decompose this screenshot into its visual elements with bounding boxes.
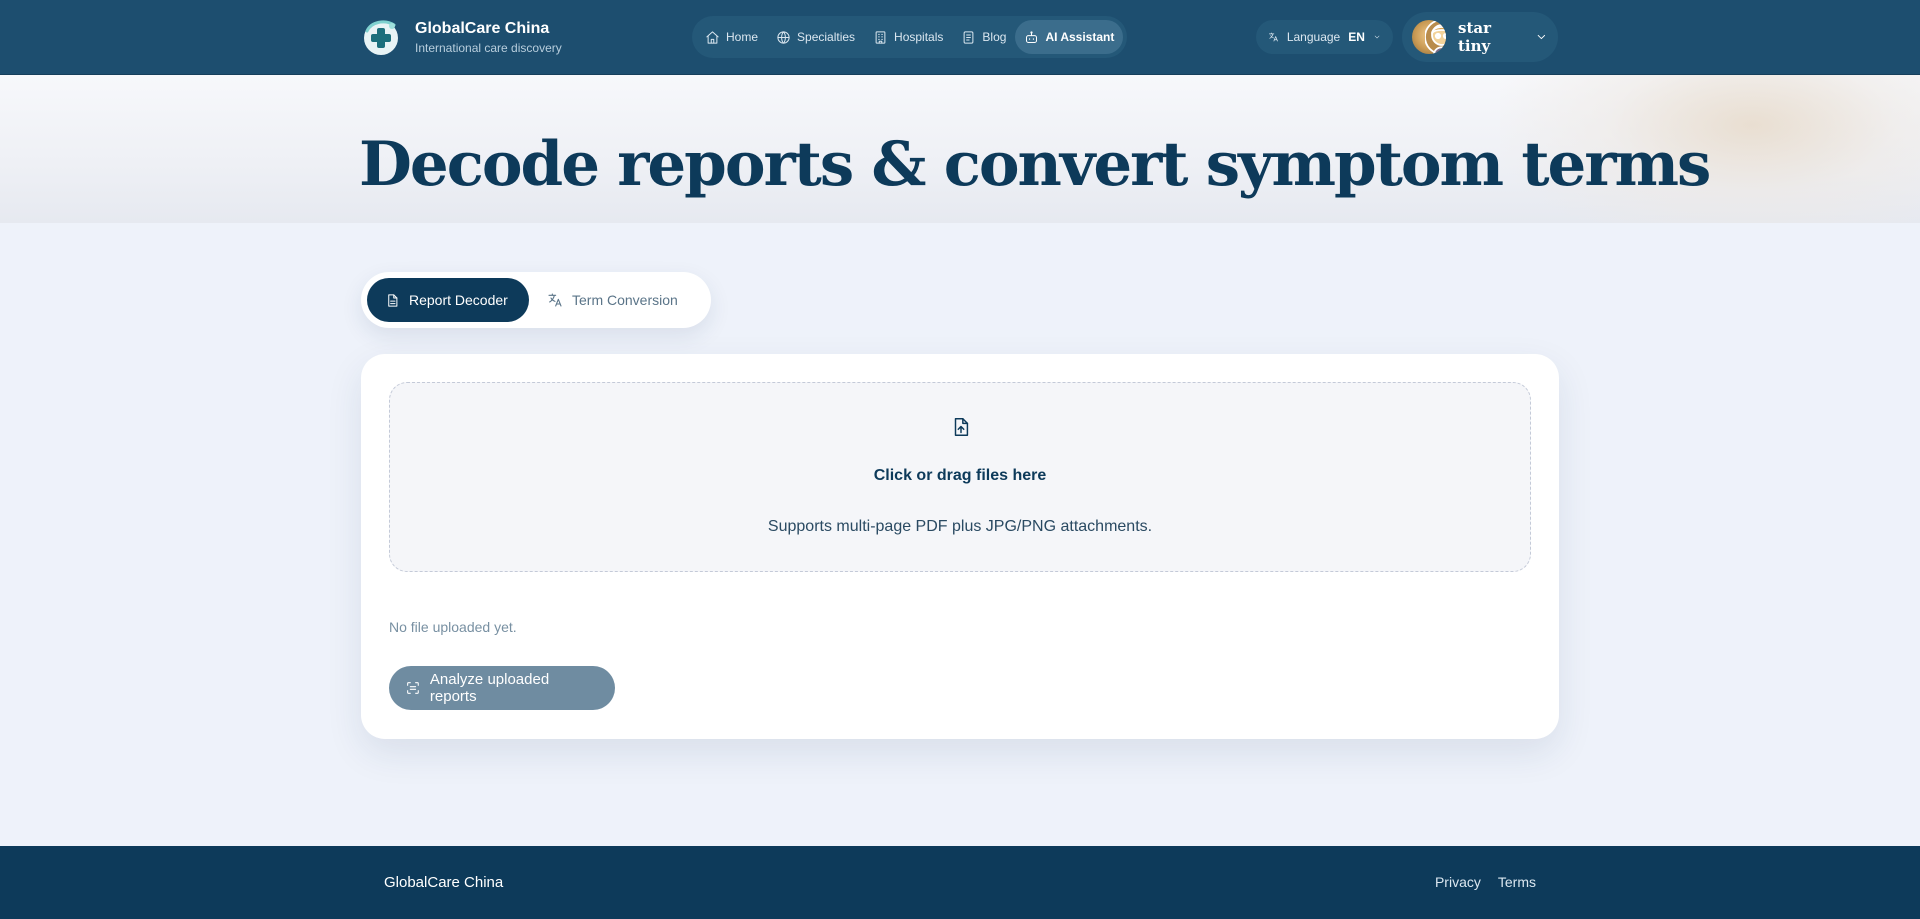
nav-item-ai-assistant[interactable]: AI Assistant [1015, 20, 1124, 54]
nav-label-specialties: Specialties [797, 30, 856, 44]
top-header: GlobalCare China International care disc… [0, 0, 1920, 75]
language-label: Language [1286, 30, 1341, 44]
analyze-button-label: Analyze uploaded reports [429, 671, 550, 705]
footer-link-privacy[interactable]: Privacy [1435, 874, 1481, 890]
translate-icon [548, 293, 562, 307]
brand-subtitle: International care discovery [415, 40, 562, 55]
nav-item-specialties[interactable]: Specialties [767, 20, 864, 54]
book-icon [964, 30, 974, 44]
dropzone-title: Click or drag files here [873, 467, 1047, 484]
building-icon [875, 30, 886, 44]
scan-icon [407, 682, 419, 694]
tab-label-term-conversion: Term Conversion [572, 292, 678, 308]
user-menu[interactable]: star tiny [1402, 12, 1558, 62]
tab-report-decoder[interactable]: Report Decoder [367, 278, 529, 322]
mode-tabs: Report Decoder Term Conversion [361, 272, 711, 328]
document-icon [388, 293, 398, 307]
translate-icon [1268, 32, 1278, 42]
user-name: star tiny [1458, 19, 1491, 55]
dropzone-subtitle: Supports multi-page PDF plus JPG/PNG att… [767, 518, 1153, 535]
nav-item-hospitals[interactable]: Hospitals [864, 20, 952, 54]
hero-banner: Decode reports & convert symptom terms [0, 75, 1920, 223]
brand[interactable]: GlobalCare China International care disc… [361, 17, 562, 57]
analyze-button[interactable]: Analyze uploaded reports [389, 666, 615, 710]
file-upload-icon [954, 418, 969, 436]
medical-cross-logo-icon [364, 20, 398, 55]
globe-icon [777, 30, 790, 44]
nav-item-home[interactable]: Home [696, 20, 767, 54]
report-decoder-card: Click or drag files here Supports multi-… [361, 354, 1559, 739]
nav-label-blog: Blog [982, 30, 1007, 44]
bot-icon [1026, 30, 1038, 43]
footer-link-terms[interactable]: Terms [1498, 874, 1536, 890]
avatar [1412, 20, 1446, 54]
language-selector[interactable]: Language EN [1256, 20, 1393, 54]
page-title: Decode reports & convert symptom terms [359, 129, 1711, 200]
nav-label-home: Home [726, 30, 759, 44]
footer-links: Privacy Terms [1418, 874, 1536, 890]
footer-brand: GlobalCare China [384, 874, 504, 891]
nav-label-hospitals: Hospitals [894, 30, 944, 44]
home-icon [706, 30, 719, 44]
page-footer: GlobalCare China Privacy Terms [0, 846, 1920, 919]
nav-label-ai-assistant: AI Assistant [1045, 30, 1115, 44]
language-code: EN [1348, 30, 1365, 44]
main-nav: Home Specialties Hospitals Blog AI Assis… [692, 16, 1128, 58]
tab-label-report-decoder: Report Decoder [409, 292, 508, 308]
tab-term-conversion[interactable]: Term Conversion [529, 278, 696, 322]
upload-status: No file uploaded yet. [389, 619, 517, 635]
file-dropzone[interactable]: Click or drag files here Supports multi-… [389, 382, 1531, 572]
chevron-down-icon [1537, 34, 1546, 40]
brand-title: GlobalCare China [415, 19, 550, 37]
chevron-down-icon [1374, 35, 1380, 39]
avatar-image-icon [1424, 20, 1446, 54]
nav-item-blog[interactable]: Blog [952, 20, 1015, 54]
